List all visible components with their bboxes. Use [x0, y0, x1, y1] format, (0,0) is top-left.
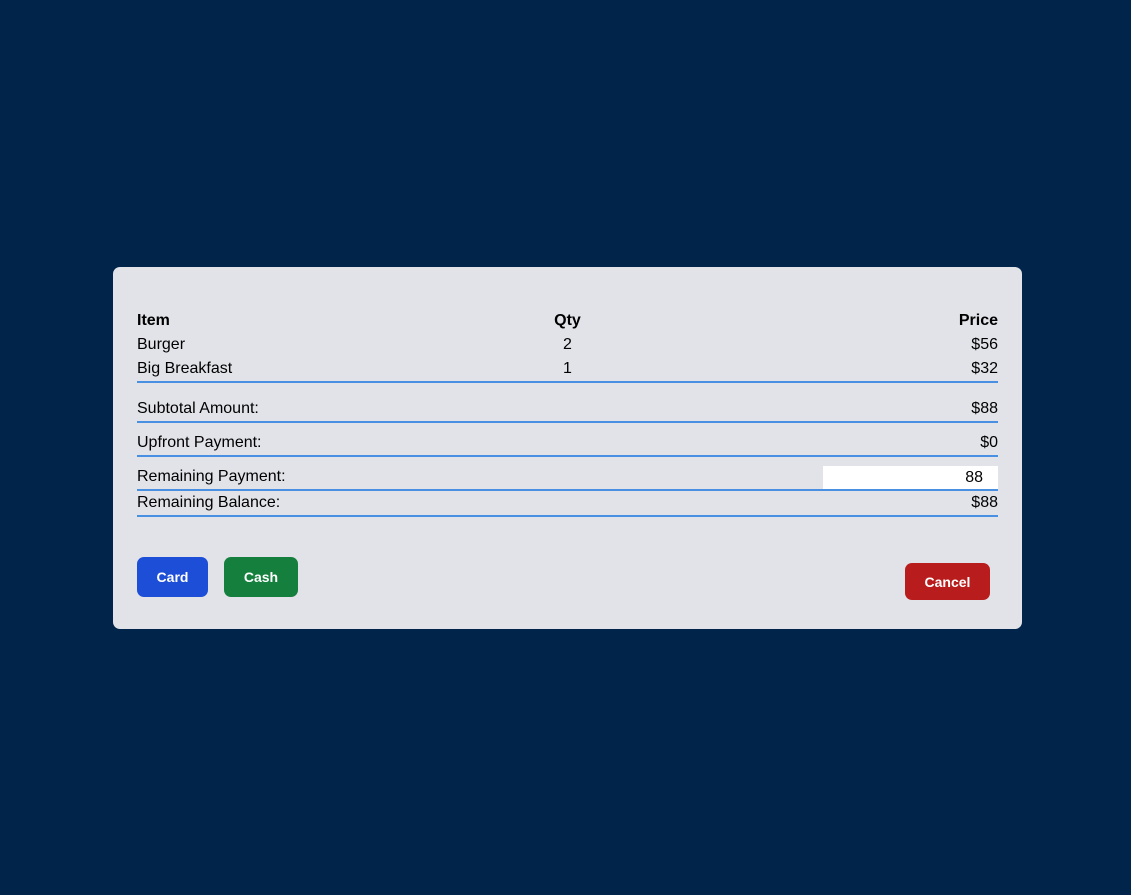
remaining-balance-label: Remaining Balance: [137, 494, 281, 511]
payment-modal: Item Qty Price Burger 2 $56 Big Breakfas… [113, 267, 1022, 629]
table-row: Burger 2 $56 [137, 333, 998, 357]
upfront-payment-value: $0 [980, 434, 998, 451]
card-payment-button[interactable]: Card [137, 557, 208, 597]
qty-column-header: Qty [554, 312, 581, 329]
item-column-header: Item [137, 312, 170, 329]
subtotal-label: Subtotal Amount: [137, 400, 259, 417]
upfront-payment-row: Upfront Payment: $0 [137, 432, 998, 457]
order-items-table: Item Qty Price Burger 2 $56 Big Breakfas… [137, 309, 998, 383]
item-name: Burger [137, 336, 186, 353]
item-price: $56 [971, 336, 998, 353]
table-row: Big Breakfast 1 $32 [137, 357, 998, 383]
table-header-row: Item Qty Price [137, 309, 998, 333]
item-name: Big Breakfast [137, 357, 525, 383]
remaining-balance-value: $88 [971, 494, 998, 511]
remaining-payment-input[interactable] [823, 466, 998, 489]
price-column-header: Price [958, 312, 998, 329]
subtotal-value: $88 [971, 400, 998, 417]
cancel-button[interactable]: Cancel [905, 563, 990, 600]
upfront-payment-label: Upfront Payment: [137, 434, 262, 451]
item-price: $32 [610, 357, 998, 383]
remaining-payment-row: Remaining Payment: [137, 464, 998, 491]
remaining-balance-row: Remaining Balance: $88 [137, 491, 998, 517]
remaining-payment-label: Remaining Payment: [137, 468, 286, 485]
cash-payment-button[interactable]: Cash [224, 557, 298, 597]
subtotal-row: Subtotal Amount: $88 [137, 398, 998, 423]
item-qty: 2 [563, 336, 572, 353]
item-qty: 1 [524, 357, 611, 383]
